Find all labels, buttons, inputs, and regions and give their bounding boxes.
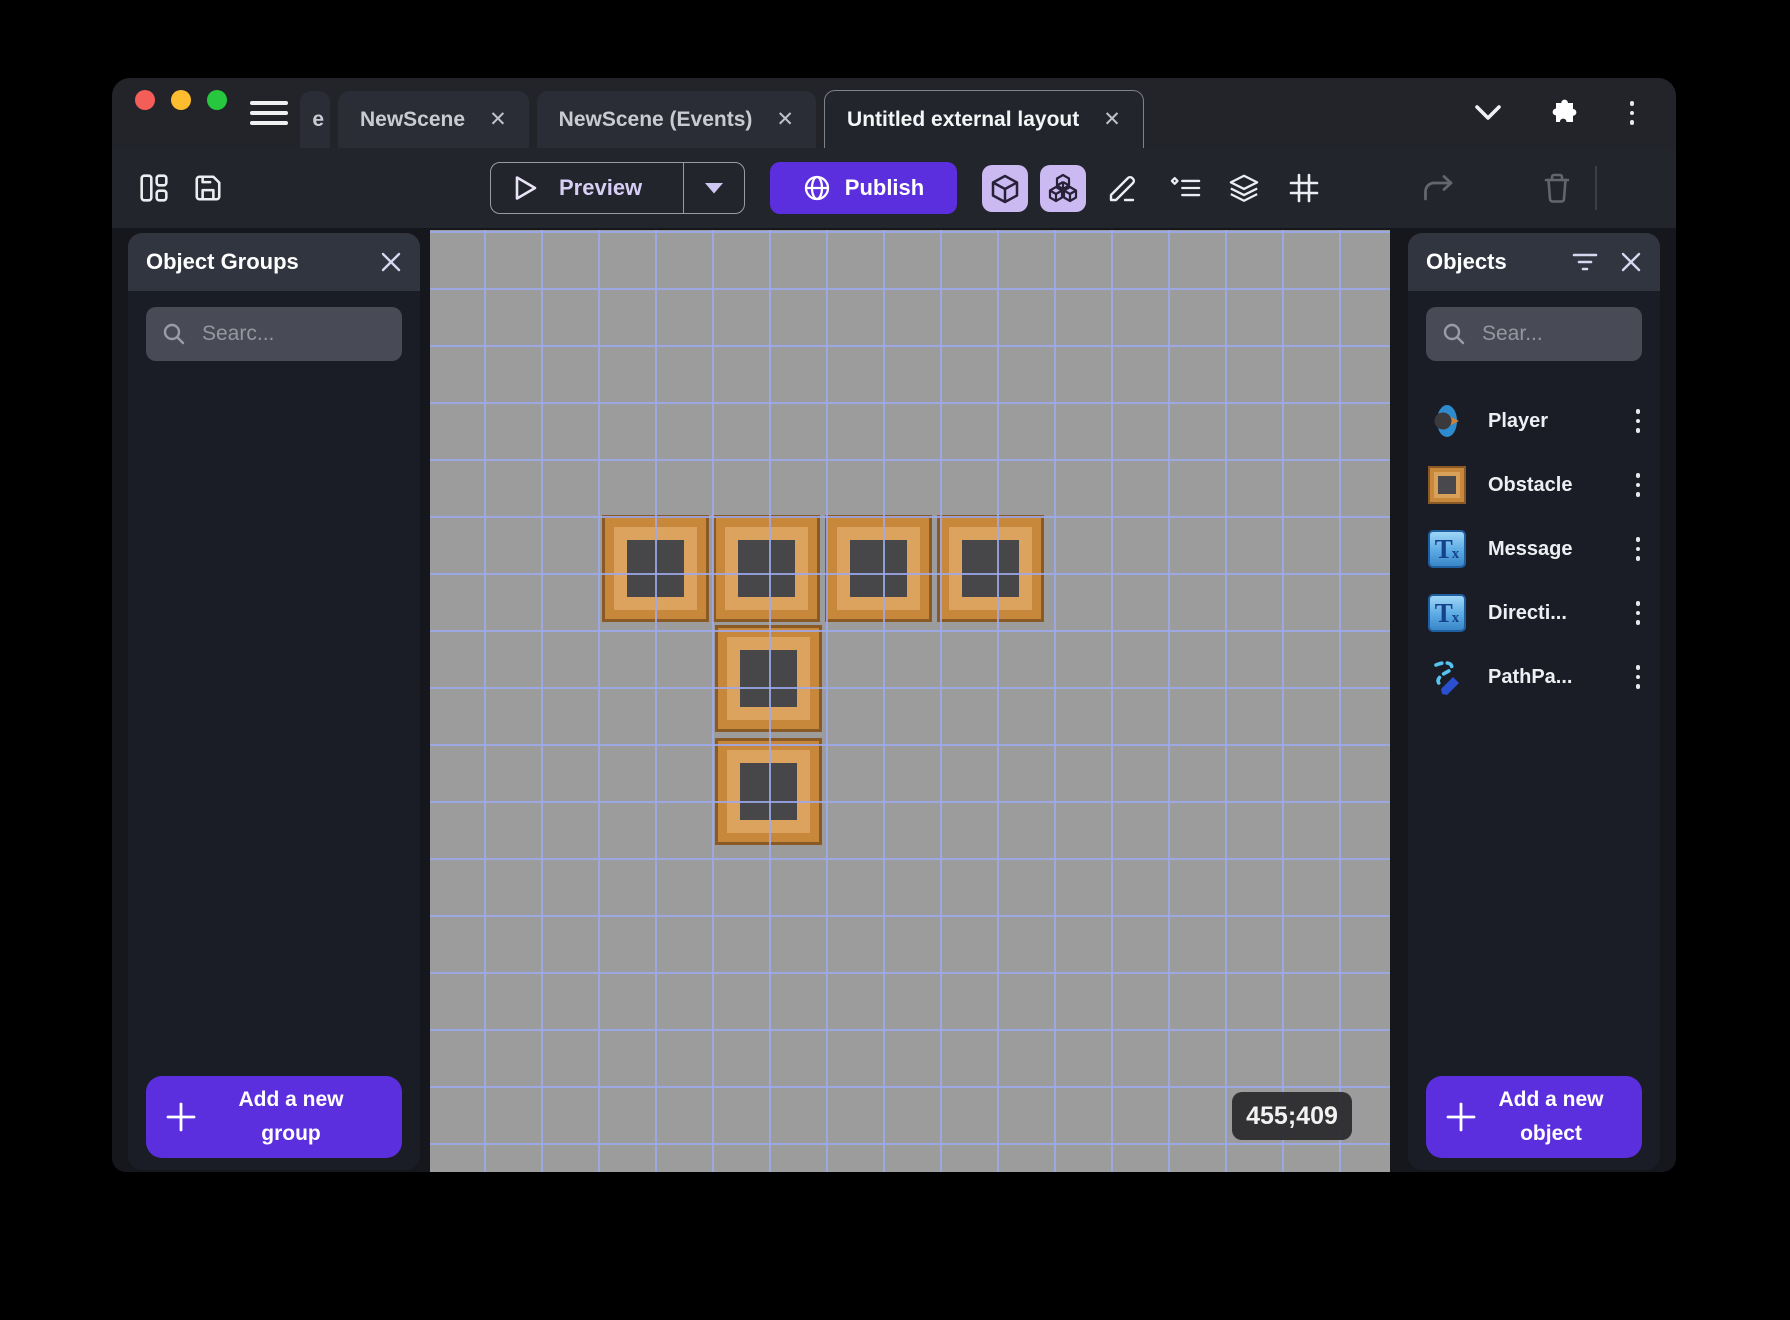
object-menu-icon[interactable]: [1630, 659, 1647, 695]
cursor-coordinates-badge: 455;409: [1232, 1092, 1352, 1140]
objects-search-input[interactable]: [1480, 321, 1626, 347]
preview-label: Preview: [559, 175, 683, 201]
player-sprite-icon: [1428, 402, 1466, 440]
content-area: 455;409 Object Groups Add a newgroup Ob: [112, 228, 1676, 1172]
scene-canvas[interactable]: 455;409: [430, 230, 1390, 1172]
tab-label: NewScene (Events): [559, 108, 753, 132]
search-icon: [162, 322, 186, 346]
grid-overlay: [430, 230, 1390, 1172]
plus-icon: [1444, 1100, 1478, 1134]
tab-close-icon[interactable]: ✕: [489, 109, 507, 130]
zoom-window-button[interactable]: [207, 90, 227, 110]
obstacle-core: [740, 763, 797, 820]
close-window-button[interactable]: [135, 90, 155, 110]
close-panel-icon[interactable]: [380, 251, 402, 273]
object-groups-search-input[interactable]: [200, 321, 386, 347]
preview-dropdown-caret-icon[interactable]: [684, 181, 744, 195]
globe-icon: [803, 174, 831, 202]
text-object-icon: Tx: [1428, 594, 1466, 632]
trash-icon[interactable]: [1541, 172, 1573, 204]
obstacle-instance[interactable]: [825, 515, 932, 622]
obstacle-instance[interactable]: [937, 515, 1044, 622]
publish-button[interactable]: Publish: [770, 162, 957, 214]
titlebar-right-icons: [1474, 78, 1641, 148]
obstacle-instance[interactable]: [715, 625, 822, 732]
object-groups-header: Object Groups: [128, 233, 420, 291]
save-icon[interactable]: [192, 172, 224, 204]
objects-panel: Objects Player: [1408, 233, 1660, 1170]
tab-label: e: [312, 108, 324, 132]
object-row-directions[interactable]: Tx Directi...: [1408, 581, 1660, 645]
obstacle-core: [740, 650, 797, 707]
toolbar-divider: [1595, 166, 1597, 210]
edit-scene-cube-icon[interactable]: [982, 165, 1028, 212]
preview-button[interactable]: Preview: [490, 162, 745, 214]
window-controls: [135, 90, 227, 110]
object-groups-panel: Object Groups Add a newgroup: [128, 233, 420, 1170]
tab-label: Untitled external layout: [847, 108, 1079, 132]
obstacle-instance[interactable]: [715, 738, 822, 845]
tab-strip: e NewScene ✕ NewScene (Events) ✕ Untitle…: [300, 90, 1144, 148]
redo-icon[interactable]: [1422, 172, 1454, 204]
edit-instances-cubes-icon[interactable]: [1040, 165, 1086, 212]
tab-truncated[interactable]: e: [300, 91, 330, 148]
zoom-in-icon[interactable]: [1483, 172, 1515, 204]
publish-label: Publish: [845, 175, 924, 201]
obstacle-core: [738, 540, 795, 597]
objects-list: Player Obstacle Tx Message Tx Directi...: [1408, 389, 1660, 709]
tab-newscene-events[interactable]: NewScene (Events) ✕: [537, 91, 816, 148]
object-groups-searchbox: [146, 307, 402, 361]
object-row-obstacle[interactable]: Obstacle: [1408, 453, 1660, 517]
plus-icon: [164, 1100, 198, 1134]
tab-newscene[interactable]: NewScene ✕: [338, 91, 529, 148]
undo-icon[interactable]: [1362, 172, 1394, 204]
object-menu-icon[interactable]: [1630, 531, 1647, 567]
toolbar: Preview Publish: [112, 148, 1676, 228]
obstacle-core: [962, 540, 1019, 597]
pencil-edit-icon[interactable]: [1108, 172, 1140, 204]
objects-header: Objects: [1408, 233, 1660, 291]
instances-list-icon[interactable]: [1170, 172, 1202, 204]
project-manager-icon[interactable]: [138, 172, 170, 204]
tab-close-icon[interactable]: ✕: [776, 109, 794, 130]
path-paint-object-icon: [1428, 658, 1466, 696]
chevron-down-icon[interactable]: [1474, 104, 1502, 122]
puzzle-extensions-icon[interactable]: [1548, 98, 1578, 128]
filter-icon[interactable]: [1572, 252, 1598, 272]
preview-play-icon: [513, 174, 539, 202]
object-groups-title: Object Groups: [146, 249, 358, 275]
obstacle-core: [850, 540, 907, 597]
close-panel-icon[interactable]: [1620, 251, 1642, 273]
layers-icon[interactable]: [1228, 172, 1260, 204]
obstacle-sprite-icon: [1428, 466, 1466, 504]
add-object-button[interactable]: Add a newobject: [1426, 1076, 1642, 1158]
add-group-button[interactable]: Add a newgroup: [146, 1076, 402, 1158]
object-menu-icon[interactable]: [1630, 595, 1647, 631]
obstacle-core: [627, 540, 684, 597]
app-window: e NewScene ✕ NewScene (Events) ✕ Untitle…: [112, 78, 1676, 1172]
tab-untitled-external-layout[interactable]: Untitled external layout ✕: [824, 90, 1144, 148]
obstacle-instance[interactable]: [602, 515, 709, 622]
object-row-player[interactable]: Player: [1408, 389, 1660, 453]
objects-title: Objects: [1426, 249, 1550, 275]
hamburger-menu-icon[interactable]: [250, 95, 288, 131]
objects-searchbox: [1426, 307, 1642, 361]
object-menu-icon[interactable]: [1630, 403, 1647, 439]
object-row-message[interactable]: Tx Message: [1408, 517, 1660, 581]
object-menu-icon[interactable]: [1630, 467, 1647, 503]
edit-events-sheet-icon[interactable]: [1614, 172, 1652, 204]
grid-icon[interactable]: [1288, 172, 1320, 204]
kebab-menu-icon[interactable]: [1624, 95, 1641, 131]
tab-close-icon[interactable]: ✕: [1103, 109, 1121, 130]
object-row-pathpaint[interactable]: PathPa...: [1408, 645, 1660, 709]
minimize-window-button[interactable]: [171, 90, 191, 110]
search-icon: [1442, 322, 1466, 346]
text-object-icon: Tx: [1428, 530, 1466, 568]
tab-label: NewScene: [360, 108, 465, 132]
titlebar: e NewScene ✕ NewScene (Events) ✕ Untitle…: [112, 78, 1676, 148]
obstacle-instance[interactable]: [713, 515, 820, 622]
